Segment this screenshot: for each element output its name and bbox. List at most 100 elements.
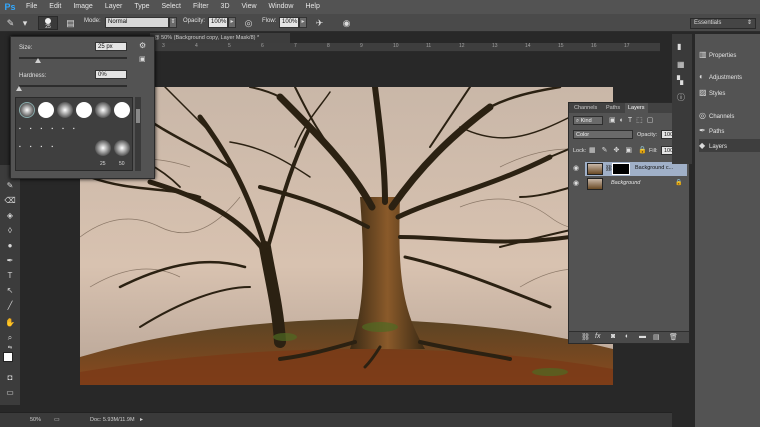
delete-layer-icon[interactable]: 🗑 xyxy=(669,333,678,341)
menu-type[interactable]: Type xyxy=(128,0,155,14)
dock-item-properties[interactable]: ▥ Properties xyxy=(699,48,760,61)
menu-help[interactable]: Help xyxy=(299,0,325,14)
flow-input[interactable]: 100% xyxy=(279,17,299,28)
brush-preset-row-2[interactable]: ▪▪▪▪▪▪ xyxy=(19,126,127,134)
brush-preset-hard-2[interactable] xyxy=(76,102,92,118)
hand-icon[interactable]: ✋ xyxy=(3,317,17,329)
brush-grid-scrollbar[interactable] xyxy=(135,97,141,171)
add-mask-icon[interactable]: ◙ xyxy=(611,333,615,340)
dock-item-adjustments[interactable]: ◐ Adjustments xyxy=(699,70,760,83)
brush-grid-scroll-thumb[interactable] xyxy=(136,109,140,123)
mode-select[interactable]: Normal xyxy=(105,17,169,28)
hardness-slider-track[interactable] xyxy=(19,85,127,87)
menu-window[interactable]: Window xyxy=(263,0,300,14)
layer-thumbnail xyxy=(587,178,603,190)
menu-select[interactable]: Select xyxy=(156,0,187,14)
layer-opacity-label: Opacity: xyxy=(637,132,658,138)
layer-filter-icons[interactable]: ▣◐T⬚▢ xyxy=(609,116,657,124)
zoom-level[interactable]: 50% xyxy=(30,417,41,423)
status-info-icon[interactable]: ▭ xyxy=(54,416,60,423)
lock-icons[interactable]: ▦✎✥▣🔒 xyxy=(589,146,653,154)
new-group-icon[interactable]: ▬ xyxy=(639,333,646,340)
type-icon[interactable]: T xyxy=(3,270,17,282)
blur-icon[interactable]: ◊ xyxy=(3,225,17,237)
workspace-name: Essentials xyxy=(694,20,722,26)
brush-preset-row-3[interactable]: ▪▪▪▪ xyxy=(19,144,99,152)
brush-preset-hard[interactable] xyxy=(38,102,54,118)
brush-panel-toggle-icon[interactable]: ▤ xyxy=(64,17,77,29)
picker-settings-gear-icon[interactable]: ⚙ xyxy=(139,41,146,50)
brush-preset-soft-50[interactable] xyxy=(114,140,130,156)
airbrush-icon[interactable]: ✈ xyxy=(313,17,326,29)
adjustment-layer-icon[interactable]: ◐ xyxy=(625,333,629,340)
menu-layer[interactable]: Layer xyxy=(99,0,129,14)
menu-file[interactable]: File xyxy=(20,0,43,14)
layer-visibility-eye-icon[interactable]: ◉ xyxy=(573,162,583,176)
brush-preset-soft-2[interactable] xyxy=(95,102,111,118)
layer-row-background[interactable]: Background 🔒 xyxy=(585,177,687,191)
menu-view[interactable]: View xyxy=(236,0,263,14)
brush-preset-soft-selected[interactable] xyxy=(19,102,35,118)
line-icon[interactable]: ╱ xyxy=(3,300,17,312)
pen-icon[interactable]: ✒ xyxy=(3,255,17,267)
dock-item-layers[interactable]: ◆ Layers xyxy=(699,139,760,152)
status-menu-arrow-icon[interactable]: ▸ xyxy=(140,416,143,423)
opacity-dropdown-arrow-icon[interactable]: ▸ xyxy=(228,17,236,28)
mode-dropdown-arrow-icon[interactable]: ⇕ xyxy=(169,17,177,28)
tab-layers[interactable]: Layers xyxy=(625,103,648,113)
foreground-color-swatch[interactable] xyxy=(3,352,13,362)
color-icon[interactable]: ▦ xyxy=(677,60,685,69)
quick-mask-icon[interactable]: ◘ xyxy=(3,372,17,384)
pressure-size-icon[interactable]: ◉ xyxy=(340,17,353,29)
eraser-icon[interactable]: ⌫ xyxy=(3,195,17,207)
dock-item-paths[interactable]: ✒ Paths xyxy=(699,124,760,137)
brush-size-input[interactable]: 25 px xyxy=(95,42,127,51)
photoshop-logo: Ps xyxy=(4,2,16,12)
brush-preset-soft-25[interactable] xyxy=(95,140,111,156)
document-tab[interactable]: @ 50% (Background copy, Layer Mask/8) * xyxy=(150,33,290,43)
tab-channels[interactable]: Channels xyxy=(571,103,600,113)
history-icon[interactable]: ▮ xyxy=(677,42,681,51)
layer-row-background-copy[interactable]: ⛓ Background c... xyxy=(585,162,687,176)
swatches-icon[interactable]: ▚ xyxy=(677,76,683,85)
path-selection-icon[interactable]: ↖ xyxy=(3,285,17,297)
menu-edit[interactable]: Edit xyxy=(43,0,67,14)
filter-kind-select[interactable]: ⌕ Kind xyxy=(573,116,603,125)
new-layer-icon[interactable]: ▤ xyxy=(653,333,660,341)
document-image[interactable] xyxy=(80,87,613,385)
menu-image[interactable]: Image xyxy=(67,0,98,14)
tab-paths[interactable]: Paths xyxy=(603,103,623,113)
brush-tool-icon[interactable]: ✎ xyxy=(4,17,17,29)
info-icon[interactable]: ⓘ xyxy=(677,92,685,103)
dock-item-styles[interactable]: ▨ Styles xyxy=(699,86,760,99)
brush-preset-soft[interactable] xyxy=(57,102,73,118)
menu-filter[interactable]: Filter xyxy=(187,0,215,14)
new-preset-icon[interactable]: ▣ xyxy=(139,55,146,63)
blend-mode-select[interactable]: Color xyxy=(573,130,633,139)
tool-preset-dropdown-icon[interactable]: ▾ xyxy=(20,17,30,29)
layer-visibility-eye-icon[interactable]: ◉ xyxy=(573,177,583,191)
workspace-switcher[interactable]: Essentials ⇕ xyxy=(690,18,756,29)
brush-hardness-input[interactable]: 0% xyxy=(95,70,127,79)
menu-3d[interactable]: 3D xyxy=(215,0,236,14)
opacity-input[interactable]: 100% xyxy=(208,17,228,28)
paint-bucket-icon[interactable]: ◈ xyxy=(3,210,17,222)
flow-dropdown-arrow-icon[interactable]: ▸ xyxy=(299,17,307,28)
brush-preset-picker-button[interactable]: 25 xyxy=(38,16,58,30)
size-slider-thumb[interactable] xyxy=(35,58,42,63)
layer-mask-thumbnail[interactable] xyxy=(612,163,630,175)
dock-item-channels[interactable]: ◎ Channels xyxy=(699,109,760,122)
ruler-tick: 9 xyxy=(360,43,363,49)
screen-mode-icon[interactable]: ▭ xyxy=(3,387,17,399)
pressure-opacity-icon[interactable]: ◎ xyxy=(242,17,255,29)
mode-label: Mode: xyxy=(84,18,101,24)
layer-style-icon[interactable]: fx xyxy=(595,333,600,340)
dodge-icon[interactable]: ● xyxy=(3,240,17,252)
properties-icon: ▥ xyxy=(699,50,707,59)
link-layers-icon[interactable]: ⛓ xyxy=(581,333,590,341)
hardness-slider-thumb[interactable] xyxy=(16,86,22,91)
brush-icon[interactable]: ✎ xyxy=(3,180,17,192)
brush-preset-grid: ▪▪▪▪▪▪ ▪▪▪▪ 25 50 xyxy=(15,97,133,171)
brush-preset-hard-3[interactable] xyxy=(114,102,130,118)
styles-icon: ▨ xyxy=(699,88,707,97)
